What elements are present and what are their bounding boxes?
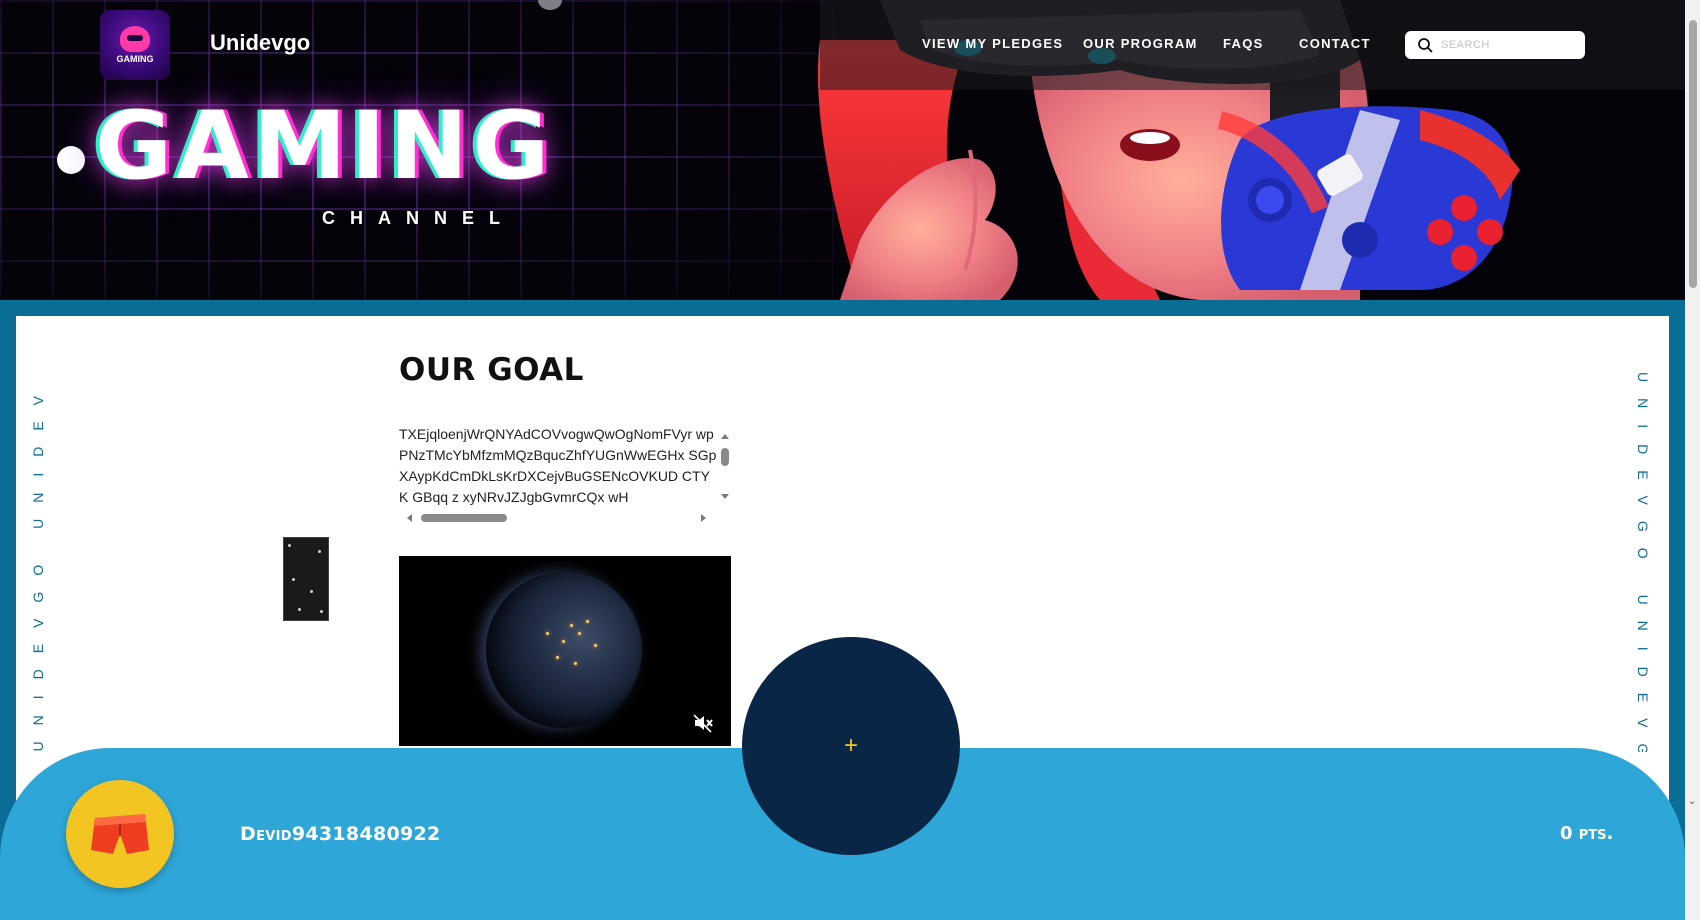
- search-box[interactable]: [1405, 31, 1585, 59]
- vertical-marquee-left: UNIDEVGO UNIDEV: [30, 380, 46, 752]
- search-input[interactable]: [1441, 39, 1571, 51]
- hero-dot: [57, 146, 85, 174]
- add-button[interactable]: +: [742, 637, 960, 855]
- chevron-down-icon[interactable]: ⌄: [1688, 796, 1696, 807]
- scroll-thumb[interactable]: [721, 448, 729, 466]
- goal-heading: OUR GOAL: [399, 352, 584, 388]
- top-navbar: GAMING Unidevgo VIEW MY PLEDGES OUR PROG…: [0, 0, 1700, 90]
- goal-text: TXEjqloenjWrQNYAdCOVvogwQwOgNomFVyr wpPN…: [399, 426, 717, 505]
- search-icon: [1418, 38, 1433, 53]
- nav-link-our-program[interactable]: OUR PROGRAM: [1083, 36, 1198, 51]
- vertical-marquee-right: UNIDEVGO UNIDEVGO: [1635, 372, 1651, 752]
- goal-text-box[interactable]: TXEjqloenjWrQNYAdCOVvogwQwOgNomFVyr wpPN…: [399, 424, 731, 528]
- earth-video-player[interactable]: [399, 556, 731, 746]
- scroll-down-arrow-icon[interactable]: [721, 494, 729, 499]
- plus-icon: +: [843, 732, 858, 759]
- window-scroll-thumb[interactable]: [1689, 20, 1697, 288]
- goal-vertical-scrollbar[interactable]: [719, 424, 731, 508]
- nav-link-faqs[interactable]: FAQS: [1223, 36, 1264, 51]
- mascot-icon: [120, 26, 150, 52]
- avatar[interactable]: [66, 780, 174, 888]
- logo-text: GAMING: [116, 54, 154, 64]
- hero-subtitle: CHANNEL: [322, 208, 515, 228]
- points-value: 0 pts.: [1560, 823, 1614, 844]
- user-id: Devid94318480922: [240, 823, 441, 845]
- nav-link-contact[interactable]: CONTACT: [1299, 36, 1371, 51]
- window-scrollbar[interactable]: ⌄: [1685, 0, 1700, 920]
- goal-horizontal-scrollbar[interactable]: [399, 510, 717, 526]
- hero-title: GAMING: [95, 92, 554, 201]
- shorts-icon: [91, 814, 149, 854]
- scroll-thumb[interactable]: [421, 514, 507, 522]
- nav-link-view-my-pledges[interactable]: VIEW MY PLEDGES: [922, 36, 1063, 51]
- scroll-left-arrow-icon[interactable]: [407, 514, 412, 522]
- scroll-up-arrow-icon[interactable]: [721, 434, 729, 439]
- site-logo[interactable]: GAMING: [100, 10, 170, 80]
- volume-mute-icon[interactable]: [692, 712, 714, 734]
- earth-globe-image: [486, 572, 642, 728]
- hero-banner: GAMING CHANNEL GAMING Unidevgo VIEW MY P…: [0, 0, 1700, 300]
- brand-name[interactable]: Unidevgo: [210, 30, 310, 56]
- phone-thumbnail-image[interactable]: [283, 537, 329, 621]
- scroll-right-arrow-icon[interactable]: [701, 514, 706, 522]
